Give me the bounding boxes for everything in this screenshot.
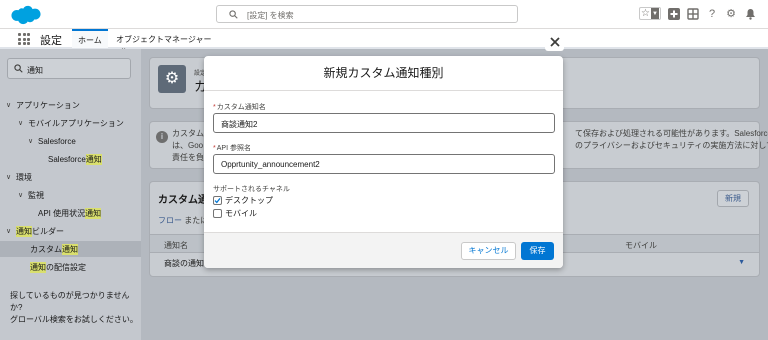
sidebar-footer: 探しているものが見つかりませんか? グローバル検索をお試しください。 [10, 290, 141, 326]
modal-close-button[interactable] [545, 32, 564, 51]
info-text-right-2: のプライバシーおよびセキュリティの実施方法に対して [575, 141, 768, 150]
tree-item-label: 監視 [28, 190, 44, 200]
app-name: 設定 [40, 35, 62, 47]
api-name-label-text: API 参照名 [216, 145, 251, 152]
tab-home[interactable]: ホーム [72, 29, 108, 48]
info-icon: i [156, 131, 168, 143]
new-button[interactable]: 新規 [717, 190, 749, 207]
chevron-down-icon[interactable]: ∨ [28, 137, 38, 145]
column-header-name[interactable]: 通知名 [164, 240, 188, 251]
chevron-down-icon[interactable]: ∨ [6, 227, 16, 235]
info-text-right-1: て保存および処理される可能性があります。Salesforce [575, 129, 768, 138]
star-icon: ☆ [641, 7, 650, 19]
required-marker: * [213, 104, 216, 111]
search-highlight: 通知 [85, 153, 102, 165]
tree-item-label: の配信設定 [46, 262, 86, 272]
tree-item-environment[interactable]: ∨ 環境 [6, 169, 32, 185]
modal-title: 新規カスタム通知種別 [204, 56, 563, 91]
tree-item-api-usage-notifications[interactable]: API 使用状況 通知 [38, 205, 102, 221]
quick-find-value: 通知 [27, 66, 43, 75]
name-field-label-text: カスタム通知名 [216, 104, 266, 111]
tree-item-label: アプリケーション [16, 100, 80, 110]
api-name-label: *API 参照名 [213, 143, 251, 153]
search-highlight: 通知 [30, 261, 46, 273]
favorites-button[interactable]: ☆ ▼ [639, 7, 661, 20]
tree-item-label: カスタム [30, 244, 62, 254]
flow-link-text[interactable]: フロー [158, 216, 182, 225]
chevron-down-icon[interactable]: ∨ [18, 191, 28, 199]
api-name-input[interactable]: Opprtunity_announcement2 [213, 154, 555, 174]
mobile-checkbox[interactable] [213, 209, 222, 218]
global-header: [設定] を検索 ☆ ▼ ? ⚙ [0, 0, 768, 29]
tree-item-label: ビルダー [32, 226, 64, 236]
close-icon [549, 36, 560, 47]
search-highlight: 通知 [85, 207, 102, 219]
bell-icon[interactable] [744, 8, 756, 20]
app-nav-bar: 設定 ホーム オブジェクトマネージャー∨ [0, 29, 768, 54]
column-header-mobile[interactable]: モバイル [625, 240, 657, 251]
tree-item-salesforce-notifications[interactable]: Salesforce 通知 [48, 151, 102, 167]
cancel-button[interactable]: キャンセル [461, 242, 516, 260]
search-highlight: 通知 [62, 243, 78, 255]
tree-item-label: API 使用状況 [38, 208, 86, 218]
desktop-channel-option[interactable]: デスクトップ [213, 195, 273, 206]
tree-item-notification-delivery[interactable]: 通知 の配信設定 [30, 259, 86, 275]
salesforce-logo[interactable] [10, 5, 42, 25]
list-title: カスタム通 [158, 195, 208, 206]
mobile-channel-label: モバイル [225, 209, 257, 218]
name-field-label: *カスタム通知名 [213, 102, 266, 112]
tree-item-label: 環境 [16, 172, 32, 182]
mobile-channel-option[interactable]: モバイル [213, 208, 257, 219]
waffle-icon[interactable] [18, 33, 30, 45]
tree-item-custom-notifications[interactable]: カスタム 通知 [0, 241, 141, 257]
help-icon[interactable]: ? [706, 8, 718, 20]
tree-item-applications[interactable]: ∨ アプリケーション [6, 97, 80, 113]
row-actions-chevron-icon[interactable]: ▼ [738, 259, 745, 266]
row-notification-name[interactable]: 商談の通知 [164, 258, 204, 269]
info-text-left-1: カスタム [172, 129, 204, 138]
tab-object-manager-label: オブジェクトマネージャー [116, 35, 212, 44]
setup-sidebar: 通知 ∨ アプリケーション ∨ モバイルアプリケーション ∨ Salesforce S… [0, 49, 141, 340]
setup-gear-icon: ⚙ [158, 65, 186, 93]
search-placeholder: [設定] を検索 [247, 11, 294, 20]
desktop-channel-label: デスクトップ [225, 196, 273, 205]
tree-item-label: Salesforce [38, 136, 76, 146]
setup-assistant-icon[interactable] [687, 7, 699, 20]
chevron-down-icon[interactable]: ∨ [18, 119, 28, 127]
flow-link[interactable]: フロー または [158, 215, 208, 226]
desktop-checkbox[interactable] [213, 196, 222, 205]
modal-footer: キャンセル 保存 [204, 232, 563, 268]
gear-icon[interactable]: ⚙ [725, 8, 737, 20]
required-marker: * [213, 145, 216, 152]
quick-find-input[interactable]: 通知 [7, 58, 131, 79]
tree-item-label: Salesforce [48, 154, 86, 164]
chevron-down-icon[interactable]: ▼ [651, 8, 659, 19]
search-highlight: 通知 [16, 225, 32, 237]
tree-item-salesforce[interactable]: ∨ Salesforce [28, 133, 76, 149]
chevron-down-icon[interactable]: ∨ [6, 101, 16, 109]
sidebar-footer-line2: グローバル検索をお試しください。 [10, 315, 138, 324]
checkmark-icon [214, 197, 221, 204]
tree-item-monitoring[interactable]: ∨ 監視 [18, 187, 44, 203]
tree-item-label: モバイルアプリケーション [28, 118, 124, 128]
tab-home-label: ホーム [78, 36, 102, 45]
notification-name-input[interactable]: 商談通知2 [213, 113, 555, 133]
sidebar-footer-line1: 探しているものが見つかりませんか? [10, 291, 130, 312]
add-icon[interactable] [668, 7, 680, 20]
save-button[interactable]: 保存 [521, 242, 554, 260]
global-search-input[interactable]: [設定] を検索 [216, 5, 518, 23]
tab-object-manager[interactable]: オブジェクトマネージャー∨ [110, 29, 225, 54]
channels-label: サポートされるチャネル [213, 186, 290, 193]
search-icon [14, 64, 23, 73]
tree-item-mobile-apps[interactable]: ∨ モバイルアプリケーション [18, 115, 124, 131]
new-custom-notification-modal: 新規カスタム通知種別 *カスタム通知名 商談通知2 *API 参照名 Opprt… [204, 56, 563, 268]
info-text-left-2: は、Goo [172, 141, 204, 150]
search-icon [229, 10, 238, 19]
info-text-left-3: 責任を負 [172, 153, 204, 162]
chevron-down-icon[interactable]: ∨ [6, 173, 16, 181]
tree-item-notification-builder[interactable]: ∨ 通知 ビルダー [6, 223, 64, 239]
